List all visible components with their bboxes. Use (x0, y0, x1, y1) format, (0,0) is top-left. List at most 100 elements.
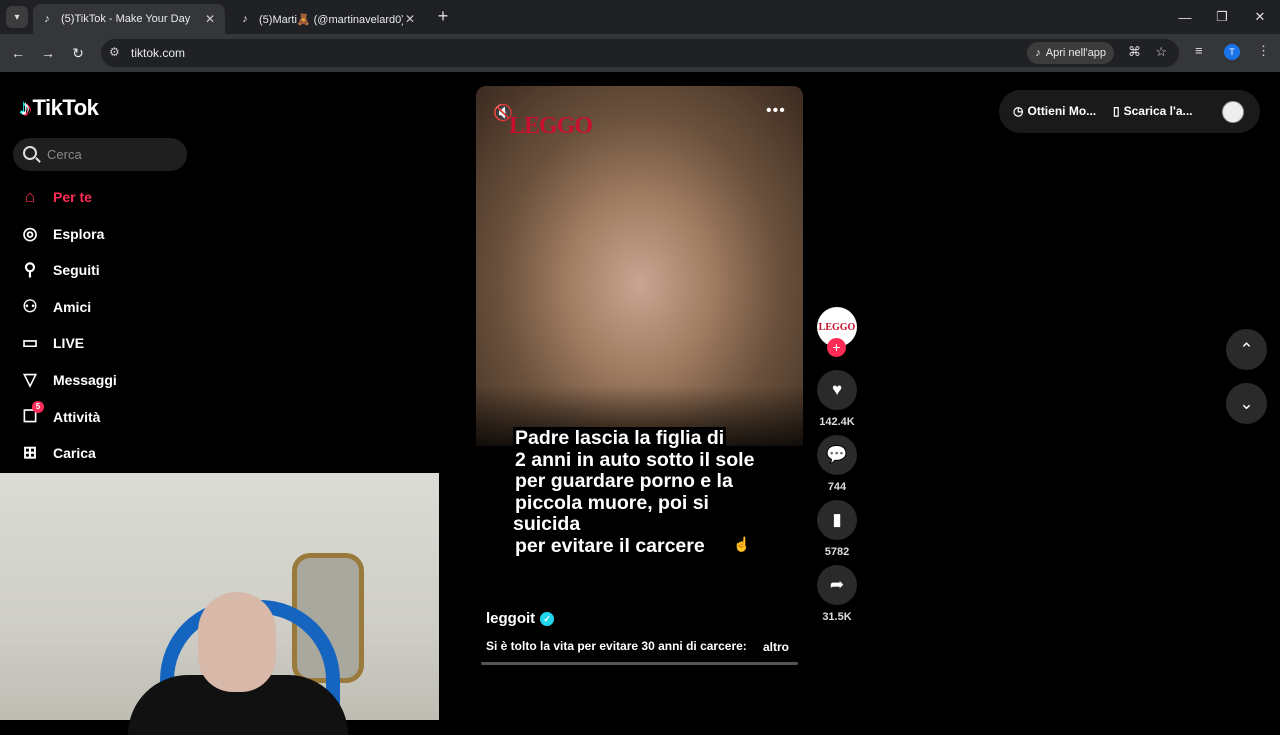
download-app-label: Scarica l'a... (1123, 104, 1193, 118)
share-count: 31.5K (822, 611, 852, 623)
caption-line: 2 anni in auto sotto il sole (513, 448, 757, 471)
reload-icon[interactable]: ↻ (68, 43, 88, 63)
save-button[interactable]: ▮ (817, 500, 857, 540)
verified-icon: ✓ (540, 611, 555, 626)
back-icon[interactable]: ← (8, 43, 28, 63)
url-text: tiktok.com (131, 46, 186, 60)
chevron-up-icon: ⌃ (1239, 339, 1254, 359)
close-tab-icon[interactable]: ✕ (203, 12, 217, 26)
top-right-bar: ◷ Ottieni Mo... ▯ Scarica l'a... (999, 90, 1260, 133)
live-icon: ▭ (21, 333, 39, 352)
minimize-icon[interactable]: — (1166, 0, 1204, 34)
search-box[interactable] (13, 138, 187, 171)
share-icon: ➦ (829, 575, 845, 594)
browser-tab-bar: ▾ ♪ (5)TikTok - Make Your Day ✕ ♪ (5)Mar… (0, 0, 1280, 34)
sidebar-item-label: LIVE (53, 335, 85, 351)
search-icon (23, 146, 37, 160)
sidebar-item-label: Amici (53, 299, 92, 315)
messages-icon: ▽ (23, 370, 37, 389)
site-info-icon[interactable]: ⚙ (109, 45, 120, 59)
translate-icon[interactable]: ⌘ (1128, 44, 1141, 60)
tiktok-favicon-icon: ♪ (44, 13, 50, 25)
home-icon: ⌂ (24, 187, 36, 206)
activity-icon: ☐ 5 (18, 401, 44, 429)
address-bar[interactable]: ⚙ tiktok.com ♪ Apri nell'app ⌘ ☆ (101, 39, 1179, 67)
restore-icon[interactable]: ❐ (1203, 0, 1241, 34)
bookmark-star-icon[interactable]: ☆ (1155, 44, 1167, 60)
tiktok-favicon-icon: ♪ (242, 13, 248, 25)
friends-icon: ⚇ (22, 297, 38, 316)
browser-toolbar: ← → ↻ ⚙ tiktok.com ♪ Apri nell'app ⌘ ☆ (0, 34, 1280, 72)
comment-button[interactable]: 💬 (817, 435, 857, 475)
like-button[interactable]: ♥ (817, 370, 857, 410)
tab-title: (5)Marti🧸 (@martinavelard0) | (259, 13, 403, 26)
video-progress-bar[interactable] (481, 662, 798, 665)
user-avatar[interactable] (1222, 101, 1244, 123)
mouse-cursor-icon: ☝ (733, 536, 751, 552)
profile-avatar[interactable]: T (1224, 44, 1240, 60)
sidebar-item-per-te[interactable]: ⌂ Per te (18, 182, 92, 212)
menu-dots-icon[interactable]: ⋮ (1257, 43, 1270, 59)
heart-icon: ♥ (831, 380, 843, 399)
sidebar-item-label: Messaggi (53, 372, 117, 388)
leggo-logo: LEGGO (509, 113, 593, 139)
sidebar-item-amici[interactable]: ⚇ Amici (18, 292, 91, 322)
phone-icon: ▯ (1113, 104, 1120, 118)
previous-video-button[interactable]: ⌃ (1226, 329, 1267, 370)
sidebar-item-label: Carica (53, 445, 96, 461)
following-icon: ⚲ (23, 260, 37, 279)
tab-title: (5)TikTok - Make Your Day (61, 13, 191, 25)
get-coins-button[interactable]: ◷ Ottieni Mo... (1013, 104, 1096, 118)
sidebar-item-label: Attività (53, 409, 101, 425)
chevron-down-icon: ⌄ (1239, 393, 1254, 413)
sidebar-item-live[interactable]: ▭ LIVE (18, 328, 84, 358)
tiktok-icon: ♪ (1035, 47, 1041, 59)
sidebar-item-seguiti[interactable]: ⚲ Seguiti (18, 255, 100, 285)
more-link[interactable]: altro (763, 640, 789, 654)
open-in-app-label: Apri nell'app (1045, 47, 1106, 59)
caption-line: per guardare porno e la (513, 470, 735, 492)
video-author[interactable]: leggoit ✓ (486, 610, 555, 627)
browser-tab-profile[interactable]: ♪ (5)Marti🧸 (@martinavelard0) | ✕ (231, 4, 425, 34)
upload-icon: ⊞ (22, 443, 38, 462)
sidebar-item-carica[interactable]: ⊞ Carica (18, 438, 96, 468)
share-button[interactable]: ➦ (817, 565, 857, 605)
search-input[interactable] (47, 145, 177, 163)
compass-icon: ◎ (22, 224, 38, 243)
notification-badge: 5 (32, 401, 44, 413)
sidebar-item-label: Per te (53, 189, 92, 205)
next-video-button[interactable]: ⌄ (1226, 383, 1267, 424)
caption-line: Padre lascia la figlia di (513, 427, 727, 449)
save-count: 5782 (824, 546, 850, 558)
coin-icon: ◷ (1013, 104, 1024, 118)
sidebar-item-label: Esplora (53, 226, 105, 242)
logo-text: TikTok (32, 95, 99, 120)
tiktok-note-icon: ♪ (20, 95, 31, 120)
sidebar-item-label: Seguiti (53, 262, 100, 278)
browser-tab-tiktok[interactable]: ♪ (5)TikTok - Make Your Day ✕ (33, 4, 225, 34)
close-window-icon[interactable]: ✕ (1241, 0, 1279, 34)
media-controls-icon[interactable]: ≡ (1195, 43, 1203, 58)
caption-line: piccola muore, poi si suicida (513, 491, 709, 535)
sidebar-item-messaggi[interactable]: ▽ Messaggi (18, 365, 117, 395)
comment-icon: 💬 (826, 445, 848, 464)
comment-count: 744 (827, 481, 847, 493)
caption-line: per evitare il carcere (513, 534, 707, 557)
video-player[interactable]: 🔇 LEGGO ••• Padre lascia la figlia di 2 … (476, 86, 803, 666)
more-options-icon[interactable]: ••• (766, 102, 786, 120)
forward-icon[interactable]: → (38, 43, 58, 63)
get-coins-label: Ottieni Mo... (1027, 104, 1097, 118)
tiktok-logo[interactable]: ♪ TikTok (20, 95, 99, 121)
sidebar-item-attivita[interactable]: ☐ 5 Attività (18, 401, 101, 432)
download-app-button[interactable]: ▯ Scarica l'a... (1113, 104, 1193, 118)
follow-plus-icon[interactable]: + (827, 338, 846, 357)
close-tab-icon[interactable]: ✕ (403, 12, 417, 26)
tab-search-button[interactable]: ▾ (6, 6, 28, 28)
sidebar-item-esplora[interactable]: ◎ Esplora (18, 219, 105, 249)
video-description: Si è tolto la vita per evitare 30 anni d… (486, 639, 747, 653)
person-head (198, 592, 276, 692)
bookmark-icon: ▮ (832, 510, 842, 529)
like-count: 142.4K (819, 416, 855, 428)
open-in-app-button[interactable]: ♪ Apri nell'app (1027, 42, 1114, 64)
new-tab-button[interactable]: + (432, 6, 454, 28)
